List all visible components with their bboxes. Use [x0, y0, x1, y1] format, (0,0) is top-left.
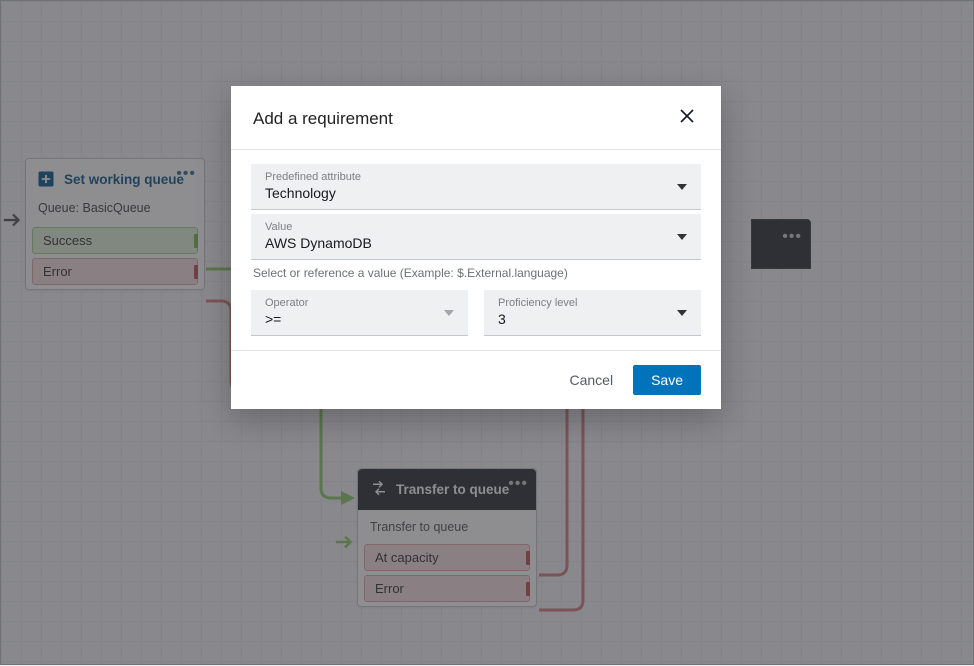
predefined-attribute-select[interactable]: Predefined attribute Technology [251, 164, 701, 210]
chevron-down-icon [677, 310, 687, 316]
operator-proficiency-row: Operator >= Proficiency level 3 [251, 290, 701, 336]
field-label: Operator [265, 297, 454, 309]
save-button[interactable]: Save [633, 365, 701, 395]
chevron-down-icon [677, 234, 687, 240]
add-requirement-modal: Add a requirement Predefined attribute T… [231, 86, 721, 409]
field-label: Proficiency level [498, 297, 687, 309]
field-value: Technology [265, 185, 687, 201]
modal-body: Predefined attribute Technology Value AW… [231, 150, 721, 350]
field-label: Value [265, 221, 687, 233]
proficiency-level-select[interactable]: Proficiency level 3 [484, 290, 701, 336]
modal-title: Add a requirement [253, 109, 675, 129]
modal-header: Add a requirement [231, 86, 721, 149]
value-select[interactable]: Value AWS DynamoDB [251, 214, 701, 260]
field-value: 3 [498, 311, 687, 327]
modal-footer: Cancel Save [231, 350, 721, 409]
chevron-down-icon [444, 310, 454, 316]
field-value: AWS DynamoDB [265, 235, 687, 251]
value-hint: Select or reference a value (Example: $.… [253, 266, 699, 280]
field-label: Predefined attribute [265, 171, 687, 183]
close-icon[interactable] [675, 104, 699, 133]
chevron-down-icon [677, 184, 687, 190]
operator-select[interactable]: Operator >= [251, 290, 468, 336]
field-value: >= [265, 311, 454, 327]
cancel-button[interactable]: Cancel [565, 366, 617, 394]
